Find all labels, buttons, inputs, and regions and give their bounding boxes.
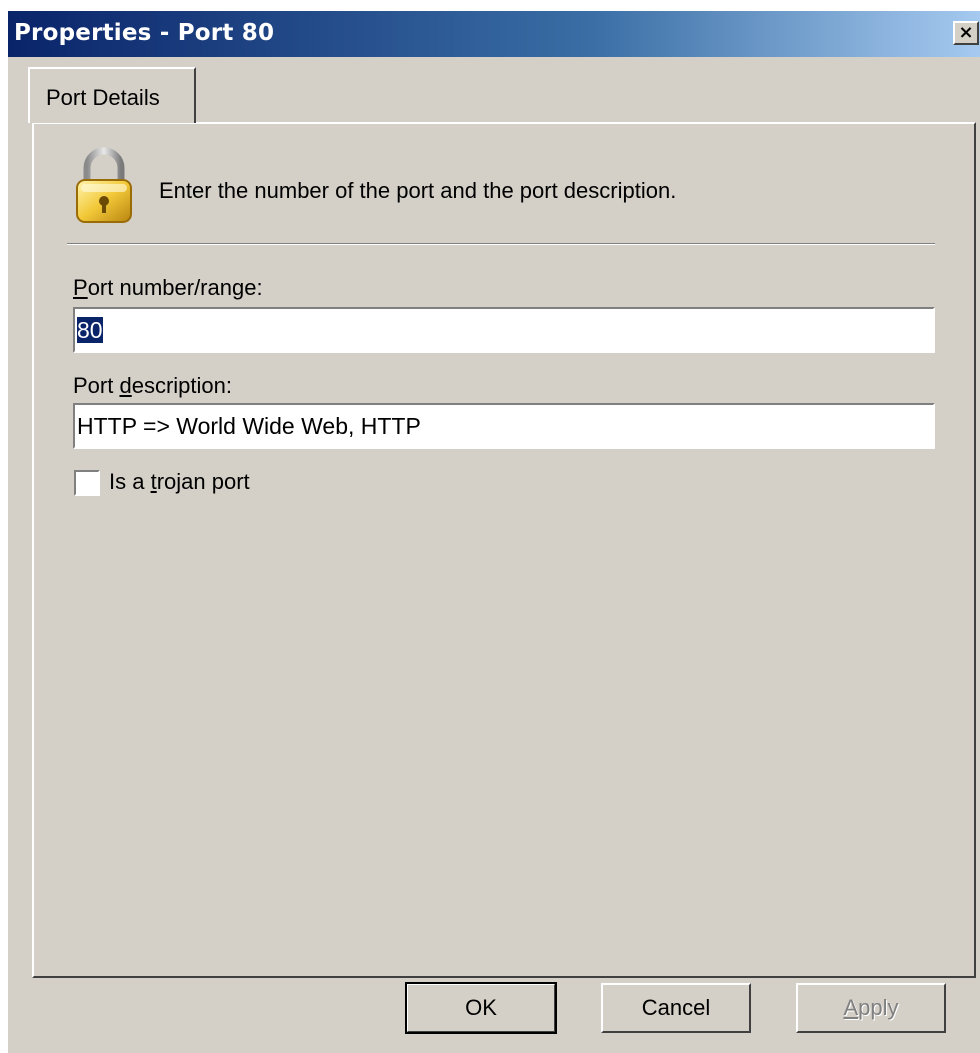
window-title: Properties - Port 80	[14, 20, 275, 46]
port-number-label-text: ort number/range:	[87, 275, 263, 300]
port-description-label-before: Port	[73, 373, 120, 398]
trojan-checkbox-label[interactable]: Is a trojan port	[109, 469, 250, 495]
trojan-label-after: rojan port	[156, 469, 250, 494]
close-icon: ×	[958, 22, 974, 43]
port-description-mnemonic: d	[119, 373, 132, 398]
separator	[67, 243, 935, 245]
ok-button[interactable]: OK	[405, 982, 557, 1034]
apply-button-label: Apply	[843, 995, 898, 1021]
title-bar[interactable]: Properties - Port 80 ×	[8, 11, 980, 57]
ok-button-label: OK	[465, 995, 497, 1020]
port-number-mnemonic: P	[73, 275, 88, 300]
port-number-input[interactable]: 80	[73, 307, 935, 353]
port-description-input[interactable]: HTTP => World Wide Web, HTTP	[73, 403, 935, 449]
trojan-label-before: Is a	[109, 469, 151, 494]
apply-label-rest: pply	[858, 995, 899, 1020]
cancel-button-label: Cancel	[641, 995, 711, 1020]
close-button[interactable]: ×	[953, 21, 979, 45]
intro-text: Enter the number of the port and the por…	[159, 178, 677, 203]
properties-dialog: Properties - Port 80 × Port Details Ente…	[7, 10, 980, 1053]
lock-icon	[76, 147, 132, 223]
tab-label: Port Details	[46, 85, 160, 110]
apply-button[interactable]: Apply	[796, 983, 946, 1033]
apply-mnemonic: A	[843, 995, 859, 1020]
port-description-label: Port description:	[73, 373, 232, 399]
port-number-value: 80	[77, 317, 103, 343]
tab-panel	[32, 122, 976, 978]
trojan-checkbox[interactable]	[74, 470, 100, 496]
port-number-label: Port number/range:	[73, 275, 263, 301]
port-description-value: HTTP => World Wide Web, HTTP	[77, 413, 421, 439]
tab-port-details[interactable]: Port Details	[28, 67, 196, 123]
cancel-button[interactable]: Cancel	[601, 983, 751, 1033]
port-description-label-after: escription:	[131, 373, 232, 398]
